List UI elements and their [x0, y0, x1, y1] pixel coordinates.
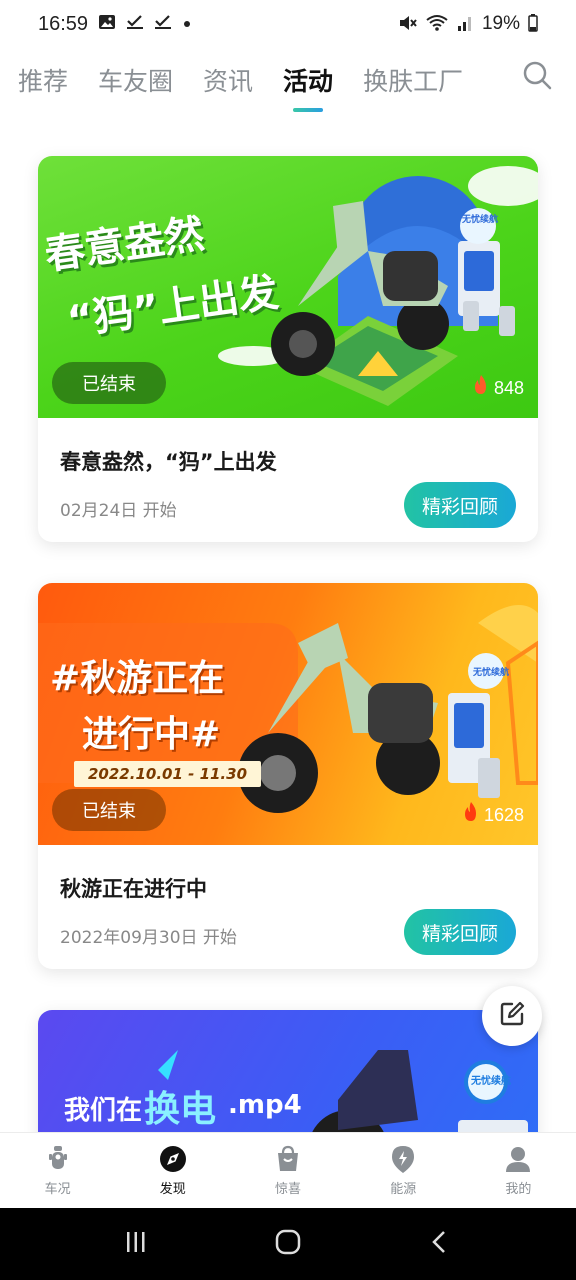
shopping-bag-icon — [273, 1144, 303, 1174]
back-icon[interactable] — [427, 1229, 453, 1259]
wifi-icon — [426, 14, 448, 35]
event-title: 春意盎然，“犸”上出发 — [60, 450, 277, 474]
signal-icon — [456, 14, 474, 35]
banner-tag: 无忧续航 — [471, 1076, 511, 1087]
recent-apps-icon[interactable] — [123, 1229, 149, 1259]
status-bar: 16:59 19% — [0, 0, 576, 48]
check-icon — [154, 14, 172, 34]
tab-events[interactable]: 活动 — [283, 62, 333, 98]
dot-icon — [182, 16, 192, 33]
heat-count: 848 — [472, 374, 524, 402]
heat-count: 1628 — [462, 801, 524, 829]
scooter-icon — [43, 1144, 73, 1174]
nav-item-vehicle[interactable]: 车况 — [0, 1133, 115, 1208]
banner-tag: 无忧续航 — [462, 215, 499, 225]
gallery-icon — [98, 14, 116, 34]
system-nav-bar — [0, 1208, 576, 1280]
nav-label: 我的 — [505, 1182, 532, 1197]
heat-value: 1628 — [483, 804, 524, 825]
event-banner: #秋游正在 进行中# 2022.10.01 - 11.30 无忧续航 已结束 1… — [38, 583, 538, 845]
event-date: 02月24日 开始 — [60, 501, 177, 521]
profile-icon — [503, 1144, 533, 1174]
status-badge: 已结束 — [52, 789, 166, 831]
battery-percent: 19% — [481, 13, 520, 34]
mute-icon — [398, 14, 418, 35]
status-time: 16:59 — [38, 12, 89, 35]
banner-headline: #秋游正在 — [50, 658, 225, 699]
bottom-nav: 车况 发现 惊喜 能源 我的 — [0, 1132, 576, 1208]
tab-recommend[interactable]: 推荐 — [18, 62, 68, 98]
banner-headline: 换电 — [144, 1089, 217, 1130]
tab-skin-factory[interactable]: 换肤工厂 — [363, 62, 463, 98]
nav-item-mine[interactable]: 我的 — [461, 1133, 576, 1208]
nav-item-energy[interactable]: 能源 — [346, 1133, 461, 1208]
compose-button[interactable] — [482, 986, 542, 1046]
search-icon[interactable] — [522, 60, 552, 90]
banner-tag: 无忧续航 — [473, 668, 510, 678]
event-banner: 春意盎然 “犸”上出发 无忧续航 已结束 848 — [38, 156, 538, 418]
tab-community[interactable]: 车友圈 — [98, 62, 173, 98]
banner-headline: 进行中# — [82, 714, 221, 755]
tab-news[interactable]: 资讯 — [203, 62, 253, 98]
nav-item-discover[interactable]: 发现 — [115, 1133, 230, 1208]
nav-label: 车况 — [44, 1182, 71, 1197]
banner-dates: 2022.10.01 - 11.30 — [74, 761, 262, 787]
status-badge: 已结束 — [52, 362, 166, 404]
event-date: 2022年09月30日 开始 — [60, 928, 237, 948]
nav-label: 惊喜 — [275, 1182, 302, 1197]
compass-icon — [158, 1144, 188, 1174]
review-button[interactable]: 精彩回顾 — [403, 482, 516, 528]
nav-item-surprise[interactable]: 惊喜 — [230, 1133, 345, 1208]
category-tabs: 推荐 车友圈 资讯 活动 换肤工厂 — [0, 52, 576, 108]
charge-location-icon — [388, 1144, 418, 1174]
banner-headline: .mp4 — [228, 1090, 302, 1120]
flame-icon — [472, 374, 490, 402]
review-button[interactable]: 精彩回顾 — [403, 909, 516, 955]
check-icon — [126, 14, 144, 34]
edit-icon — [498, 1000, 526, 1032]
banner-headline: 我们在 — [64, 1096, 143, 1126]
event-card[interactable]: #秋游正在 进行中# 2022.10.01 - 11.30 无忧续航 已结束 1… — [38, 583, 538, 969]
nav-label: 能源 — [390, 1182, 417, 1197]
heat-value: 848 — [493, 377, 524, 398]
battery-icon — [528, 13, 538, 35]
event-card[interactable]: 春意盎然 “犸”上出发 无忧续航 已结束 848 春意盎然，“犸”上出发 02月… — [38, 156, 538, 542]
event-title: 秋游正在进行中 — [60, 877, 207, 901]
nav-label: 发现 — [159, 1182, 186, 1197]
flame-icon — [462, 801, 480, 829]
home-icon[interactable] — [274, 1228, 302, 1260]
